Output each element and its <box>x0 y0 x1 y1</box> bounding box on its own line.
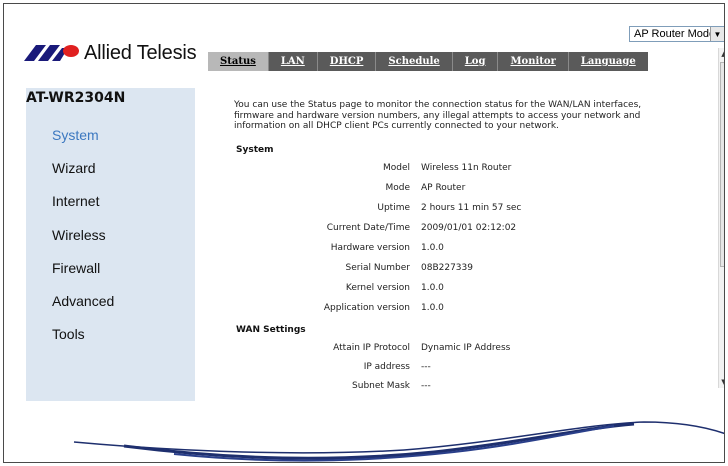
router-page: AP Router Mode ▼ Allied Telesis Status L… <box>3 3 725 463</box>
row-value: Dynamic IP Address <box>421 343 511 353</box>
system-section-title: System <box>236 145 274 155</box>
row-value: --- <box>421 381 431 391</box>
row-value: 2009/01/01 02:12:02 <box>421 223 517 233</box>
row-value: 1.0.0 <box>421 283 444 293</box>
row-label: Application version <box>323 303 410 313</box>
table-row: Subnet Mask <box>234 381 410 393</box>
wan-section-title: WAN Settings <box>236 325 306 335</box>
row-label: Subnet Mask <box>352 381 410 391</box>
row-value: 1.0.0 <box>421 243 444 253</box>
row-value: Wireless 11n Router <box>421 163 512 173</box>
table-row: Serial Number <box>234 263 410 275</box>
brand-name: Allied Telesis <box>84 41 197 64</box>
allied-telesis-logo-icon <box>24 45 79 61</box>
intro-line: You can use the Status page to monitor t… <box>234 100 642 110</box>
row-label: Kernel version <box>345 283 410 293</box>
sidebar-item-wireless[interactable]: Wireless <box>52 227 106 243</box>
tab-dhcp[interactable]: DHCP <box>318 52 377 71</box>
table-row: Hardware version <box>234 243 410 255</box>
tab-lan[interactable]: LAN <box>269 52 318 71</box>
vertical-scrollbar[interactable]: ▲ ▼ <box>718 48 724 388</box>
decorative-swoosh <box>73 421 724 462</box>
scroll-down-icon[interactable]: ▼ <box>719 376 724 388</box>
row-label: Attain IP Protocol <box>333 343 410 353</box>
row-label: Hardware version <box>330 243 410 253</box>
row-label: Model <box>382 163 410 173</box>
sidebar-item-system[interactable]: System <box>52 127 99 143</box>
top-nav-tabs: Status LAN DHCP Schedule Log Monitor Lan… <box>208 52 648 71</box>
tab-monitor[interactable]: Monitor <box>498 52 569 71</box>
tab-schedule[interactable]: Schedule <box>376 52 453 71</box>
table-row: Uptime <box>234 203 410 215</box>
row-value: 1.0.0 <box>421 303 444 313</box>
table-row: IP address <box>234 362 410 374</box>
sidebar-item-internet[interactable]: Internet <box>52 193 99 209</box>
table-row: Kernel version <box>234 283 410 295</box>
device-model-title: AT-WR2304N <box>26 90 126 106</box>
table-row: Mode <box>234 183 410 195</box>
row-value: AP Router <box>421 183 466 193</box>
mode-select-value: AP Router Mode <box>634 28 710 40</box>
brand-logo: Allied Telesis <box>24 39 197 67</box>
intro-line: firmware and hardware version numbers, a… <box>234 110 641 121</box>
sidebar-item-wizard[interactable]: Wizard <box>52 160 96 176</box>
sidebar-item-firewall[interactable]: Firewall <box>52 260 100 276</box>
row-label: Mode <box>385 183 410 193</box>
table-row: Attain IP Protocol <box>234 343 410 355</box>
tab-log[interactable]: Log <box>453 52 499 71</box>
scroll-thumb[interactable] <box>720 62 724 267</box>
sidebar-item-tools[interactable]: Tools <box>52 326 85 342</box>
intro-line: information on all DHCP client PCs curre… <box>234 121 559 131</box>
tab-status[interactable]: Status <box>208 52 269 71</box>
row-value: 2 hours 11 min 57 sec <box>421 203 522 213</box>
row-label: Current Date/Time <box>326 223 410 233</box>
tab-language[interactable]: Language <box>569 52 648 71</box>
status-intro: You can use the Status page to monitor t… <box>234 100 704 132</box>
table-row: Current Date/Time <box>234 223 410 235</box>
row-value: --- <box>421 362 431 372</box>
row-label: Uptime <box>377 203 410 213</box>
table-row: Application version <box>234 303 410 315</box>
chevron-down-icon[interactable]: ▼ <box>710 27 724 41</box>
row-value: 08B227339 <box>421 263 473 273</box>
scroll-up-icon[interactable]: ▲ <box>719 48 724 60</box>
table-row: Model <box>234 163 410 175</box>
sidebar-item-advanced[interactable]: Advanced <box>52 293 114 309</box>
row-label: IP address <box>363 362 410 372</box>
row-label: Serial Number <box>345 263 410 273</box>
mode-select[interactable]: AP Router Mode ▼ <box>629 26 724 42</box>
